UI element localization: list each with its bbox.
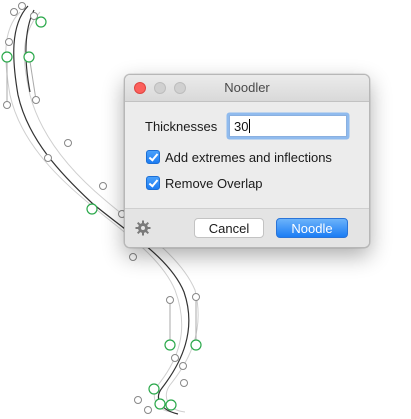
on-curve-node — [190, 339, 202, 351]
on-curve-node — [86, 203, 98, 215]
on-curve-node — [154, 398, 166, 410]
on-curve-node — [35, 16, 47, 28]
text-caret — [249, 119, 251, 133]
extremes-checkbox[interactable] — [146, 150, 160, 164]
off-curve-point — [30, 12, 38, 20]
thickness-value: 30 — [234, 119, 249, 134]
off-curve-point — [32, 96, 40, 104]
on-curve-node — [165, 399, 177, 411]
thickness-row: Thicknesses 30 — [145, 115, 355, 139]
on-curve-node — [23, 51, 35, 63]
noodler-dialog: Noodler Thicknesses 30 Add extremes and … — [124, 74, 370, 248]
off-curve-point — [144, 406, 152, 414]
off-curve-point — [192, 293, 200, 301]
on-curve-node — [148, 383, 160, 395]
off-curve-point — [10, 8, 18, 16]
title-bar: Noodler — [125, 75, 369, 102]
off-curve-point — [18, 2, 26, 10]
off-curve-point — [5, 38, 13, 46]
on-curve-node — [1, 51, 13, 63]
window-title: Noodler — [224, 80, 270, 95]
off-curve-point — [3, 101, 11, 109]
thickness-label: Thicknesses — [145, 119, 218, 134]
off-curve-point — [180, 379, 188, 387]
remove-overlap-option[interactable]: Remove Overlap — [146, 174, 263, 192]
off-curve-point — [44, 154, 52, 162]
on-curve-node — [164, 339, 176, 351]
remove-overlap-checkbox[interactable] — [146, 176, 160, 190]
off-curve-point — [179, 362, 187, 370]
noodle-button[interactable]: Noodle — [276, 218, 348, 238]
off-curve-point — [134, 396, 142, 404]
off-curve-point — [171, 354, 179, 362]
extremes-label: Add extremes and inflections — [165, 149, 332, 165]
off-curve-point — [129, 253, 137, 261]
gear-icon[interactable] — [135, 220, 151, 236]
extremes-option[interactable]: Add extremes and inflections — [146, 148, 332, 166]
off-curve-point — [99, 182, 107, 190]
off-curve-point — [64, 139, 72, 147]
off-curve-point — [166, 296, 174, 304]
dialog-footer: Cancel Noodle — [125, 208, 369, 247]
cancel-button[interactable]: Cancel — [194, 218, 264, 238]
thickness-input[interactable]: 30 — [229, 115, 347, 137]
remove-overlap-label: Remove Overlap — [165, 175, 263, 191]
